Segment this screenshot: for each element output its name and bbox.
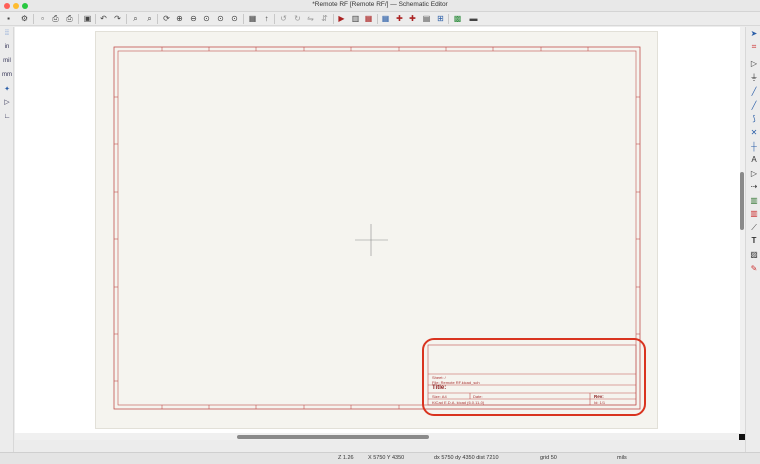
zoom-out-icon[interactable]: ⊖ — [188, 13, 199, 24]
no-connect-icon[interactable]: ✕ — [748, 127, 760, 138]
horizontal-scrollbar-thumb[interactable] — [237, 435, 429, 439]
hierarchy-navigator-icon[interactable]: ▦ — [247, 13, 258, 24]
vertical-scrollbar-thumb[interactable] — [740, 172, 744, 230]
toolbar-separator — [157, 14, 158, 24]
units-mm-button[interactable]: mm — [1, 70, 13, 81]
find-icon[interactable]: ⌕ — [130, 13, 141, 24]
hidden-pins-icon[interactable]: ▷ — [1, 97, 13, 108]
save-icon[interactable]: ▪ — [3, 13, 14, 24]
schematic-canvas[interactable]: Sheet: / File: Remote RF.kicad_sch Title… — [15, 27, 740, 433]
add-label-icon[interactable]: A — [748, 154, 760, 165]
leave-sheet-icon[interactable]: ↑ — [261, 13, 272, 24]
highlight-net-icon[interactable]: ⌗ — [748, 41, 760, 52]
bom-icon[interactable]: ▤ — [421, 13, 432, 24]
add-image-icon[interactable]: ▨ — [748, 249, 760, 260]
edit-fields-icon[interactable]: ⊞ — [435, 13, 446, 24]
paste-icon[interactable]: ▣ — [82, 13, 93, 24]
zoom-selection-icon[interactable]: ⊙ — [229, 13, 240, 24]
title-block-highlight — [422, 338, 646, 416]
sheet-right-ticks — [636, 96, 640, 335]
toolbar-separator — [78, 14, 79, 24]
add-hierarchical-label-icon[interactable]: ⇢ — [748, 181, 760, 192]
redo-icon[interactable]: ↷ — [112, 13, 123, 24]
crosshair-cursor — [355, 224, 388, 256]
cursor-style-icon[interactable]: ✦ — [1, 84, 13, 95]
toolbar-separator — [243, 14, 244, 24]
toolbar-separator — [377, 14, 378, 24]
sheet-top-ticks — [161, 47, 589, 51]
window-title: *Remote RF [Remote RF/] — Schematic Edit… — [312, 1, 448, 8]
status-grid: grid 50 — [540, 455, 557, 461]
left-toolbar: ⁞⁞ in mil mm ✦ ▷ ∟ — [0, 27, 14, 452]
symbol-browser-icon[interactable]: ▥ — [350, 13, 361, 24]
mirror-vertical-icon[interactable]: ⇋ — [305, 13, 316, 24]
zoom-objects-icon[interactable]: ⊙ — [215, 13, 226, 24]
toolbar-separator — [274, 14, 275, 24]
add-symbol-icon[interactable]: ▷ — [748, 58, 760, 69]
status-coordinates: X 5750 Y 4350 — [368, 455, 405, 461]
toolbar-separator — [95, 14, 96, 24]
add-sheet-icon[interactable]: ▥ — [748, 195, 760, 206]
find-replace-icon[interactable]: ⌕ — [144, 13, 155, 24]
status-units: mils — [617, 455, 627, 461]
schematic-setup-icon[interactable]: ⚙ — [19, 13, 30, 24]
sheet-bottom-ticks — [161, 405, 400, 409]
undo-icon[interactable]: ↶ — [98, 13, 109, 24]
line-angle-icon[interactable]: ∟ — [1, 111, 13, 122]
mirror-horizontal-icon[interactable]: ⇵ — [319, 13, 330, 24]
add-text-icon[interactable]: T — [748, 235, 760, 246]
main-toolbar: ▪ ⚙ ▫ ⎙ ⎙ ▣ ↶ ↷ ⌕ ⌕ ⟳ ⊕ ⊖ ⊙ ⊙ ⊙ ▦ ↑ ↺ ↻ … — [0, 12, 760, 26]
status-delta: dx 5750 dy 4350 dist 7210 — [434, 455, 499, 461]
grid-toggle-icon[interactable]: ⁞⁞ — [1, 28, 13, 39]
new-page-icon[interactable]: ▫ — [37, 13, 48, 24]
symbol-fields-icon[interactable]: ✚ — [394, 13, 405, 24]
toolbar-separator — [33, 14, 34, 24]
status-bar: Z 1.26 X 5750 Y 4350 dx 5750 dy 4350 dis… — [0, 452, 760, 464]
add-power-icon[interactable]: ⏚ — [748, 72, 760, 83]
import-sheet-pin-icon[interactable]: ▥ — [748, 208, 760, 219]
plot-icon[interactable]: ⎙ — [64, 13, 75, 24]
add-global-label-icon[interactable]: ▷ — [748, 168, 760, 179]
zoom-fit-icon[interactable]: ⊙ — [201, 13, 212, 24]
erc-icon[interactable]: ▦ — [380, 13, 391, 24]
refresh-icon[interactable]: ⟳ — [161, 13, 172, 24]
assign-footprints-icon[interactable]: ✚ — [407, 13, 418, 24]
units-mil-button[interactable]: mil — [1, 56, 13, 67]
add-bus-entry-icon[interactable]: ⟆ — [748, 113, 760, 124]
right-toolbar: ➤ ⌗ ▷ ⏚ ╱ ╱ ⟆ ✕ ┼ A ▷ ⇢ ▥ ▥ ⟋ T ▨ ✎ — [745, 27, 760, 452]
add-line-icon[interactable]: ⟋ — [748, 222, 760, 233]
status-zoom: Z 1.26 — [338, 455, 354, 461]
symbol-editor-icon[interactable]: ▶ — [336, 13, 347, 24]
units-inch-button[interactable]: in — [1, 42, 13, 53]
add-wire-icon[interactable]: ╱ — [748, 86, 760, 97]
scripting-console-icon[interactable]: ▬ — [468, 13, 479, 24]
add-bus-icon[interactable]: ╱ — [748, 100, 760, 111]
rotate-ccw-icon[interactable]: ↺ — [278, 13, 289, 24]
select-tool-icon[interactable]: ➤ — [748, 28, 760, 39]
toolbar-separator — [448, 14, 449, 24]
zoom-in-icon[interactable]: ⊕ — [174, 13, 185, 24]
toolbar-separator — [333, 14, 334, 24]
sheet-left-ticks — [114, 96, 118, 382]
toolbar-separator — [126, 14, 127, 24]
add-junction-icon[interactable]: ┼ — [748, 141, 760, 152]
pcb-editor-icon[interactable]: ▩ — [452, 13, 463, 24]
delete-tool-icon[interactable]: ✎ — [748, 263, 760, 274]
window-titlebar: *Remote RF [Remote RF/] — Schematic Edit… — [0, 0, 760, 12]
annotate-icon[interactable]: ▦ — [363, 13, 374, 24]
rotate-cw-icon[interactable]: ↻ — [292, 13, 303, 24]
print-icon[interactable]: ⎙ — [50, 13, 61, 24]
